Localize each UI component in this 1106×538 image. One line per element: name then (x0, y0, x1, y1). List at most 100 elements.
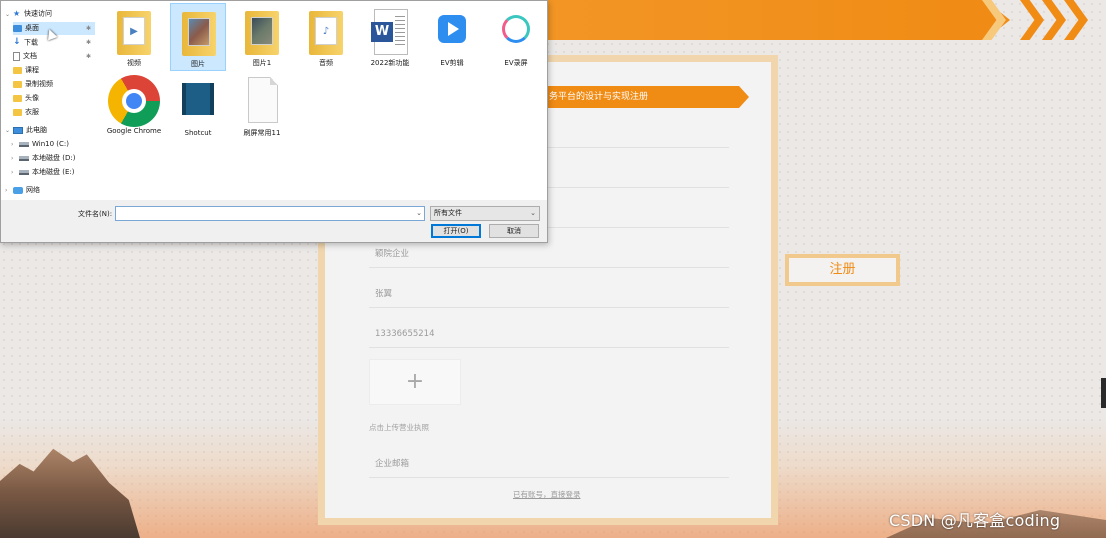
nav-label: 本地磁盘 (D:) (32, 154, 76, 162)
nav-drive-e[interactable]: › 本地磁盘 (E:) (11, 166, 97, 179)
filename-input[interactable]: ⌄ (115, 206, 425, 221)
nav-label: 快速访问 (24, 9, 52, 18)
chrome-icon (108, 75, 160, 127)
file-item-ev-recorder[interactable]: EV录屏 (488, 3, 544, 71)
nav-network[interactable]: › 网络 (5, 184, 97, 197)
nav-label: 文档 (23, 52, 37, 60)
computer-icon (13, 126, 23, 134)
folder-icon (245, 11, 279, 55)
nav-drive-d[interactable]: › 本地磁盘 (D:) (11, 152, 97, 165)
filename-label: 文件名(N): (78, 210, 113, 218)
file-label: 图片1 (252, 59, 272, 67)
phone-value: 13336655214 (375, 329, 435, 339)
nav-folder-clothes[interactable]: 衣服 (13, 106, 95, 119)
register-button[interactable]: 注册 (785, 254, 900, 286)
nav-label: 头像 (25, 94, 39, 102)
file-label: 刷屏常用11 (243, 129, 281, 137)
page-scrollbar[interactable] (1101, 378, 1106, 408)
pin-icon: ✱ (85, 53, 91, 60)
nav-folder-avatars[interactable]: 头像 (13, 92, 95, 105)
folder-icon: ♪ (309, 11, 343, 55)
download-icon: ↓ (13, 37, 21, 47)
file-item-pictures-1[interactable]: 图片1 (234, 3, 290, 71)
chevron-down-icon[interactable]: ⌄ (416, 207, 422, 220)
file-item-shotcut[interactable]: Shotcut (170, 73, 226, 141)
nav-quick-access[interactable]: ⌄ ★ 快速访问 (5, 7, 97, 20)
drive-icon (19, 141, 29, 147)
pin-icon: ✱ (85, 39, 91, 46)
file-item-video[interactable]: ▶ 视频 (106, 3, 162, 71)
company-placeholder: 颖院企业 (375, 249, 410, 259)
network-icon (13, 186, 23, 194)
ev-recorder-icon (502, 15, 530, 43)
nav-label: 本地磁盘 (E:) (32, 168, 75, 176)
upload-hint: 点击上传营业执照 (369, 423, 429, 432)
open-button[interactable]: 打开(O) (431, 224, 481, 238)
nav-this-pc[interactable]: ⌄ 此电脑 (5, 124, 97, 137)
chevron-down-icon: ⌄ (530, 209, 536, 217)
nav-label: 此电脑 (26, 126, 47, 134)
word-document-icon: W (371, 9, 408, 55)
desktop-icon (13, 24, 22, 32)
folder-icon: ▶ (117, 11, 151, 55)
nav-label: Win10 (C:) (32, 140, 69, 148)
nav-label: 衣服 (25, 108, 39, 116)
folder-icon (13, 66, 22, 74)
folder-icon (182, 12, 216, 56)
file-open-dialog: ⌄ ★ 快速访问 桌面 ✱ ↓ 下载 ✱ 文档 ✱ 课程 录制视频 头像 衣服 ⌄ 此电… (0, 0, 548, 243)
phone-field[interactable]: 13336655214 (369, 318, 729, 348)
file-item-ev-editor[interactable]: EV剪辑 (424, 3, 480, 71)
shotcut-icon (182, 83, 214, 115)
file-label: 音频 (319, 59, 333, 67)
folder-icon (13, 80, 22, 88)
nav-folder-recordings[interactable]: 录制视频 (13, 78, 95, 91)
banner-chevrons (1020, 0, 1100, 40)
email-placeholder: 企业邮箱 (375, 459, 410, 469)
nav-label: 网络 (26, 186, 40, 194)
file-item-audio[interactable]: ♪ 音频 (298, 3, 354, 71)
file-label: Shotcut (184, 129, 212, 137)
filetype-select[interactable]: 所有文件 ⌄ (430, 206, 540, 221)
file-item-blank[interactable]: 刷屏常用11 (234, 73, 290, 141)
collapse-icon[interactable]: ⌄ (5, 124, 13, 137)
file-label: 2022新功能 (370, 59, 410, 67)
nav-folder-courses[interactable]: 课程 (13, 64, 95, 77)
drive-icon (19, 169, 29, 175)
collapse-icon[interactable]: ⌄ (5, 8, 13, 21)
login-link[interactable]: 已有账号，直接登录 (513, 489, 581, 500)
file-label: 图片 (191, 60, 205, 68)
expand-icon[interactable]: › (5, 184, 13, 197)
watermark: CSDN @凡客盒coding (889, 511, 1061, 530)
file-item-pictures[interactable]: 图片 (170, 3, 226, 71)
contact-field[interactable]: 张翼 (369, 278, 729, 308)
file-label: EV录屏 (504, 59, 528, 67)
file-item-word-doc[interactable]: W 2022新功能 (362, 3, 418, 71)
form-title: 务平台的设计与实现注册 (543, 86, 749, 108)
nav-label: 桌面 (25, 24, 39, 32)
file-label: Google Chrome (106, 127, 162, 135)
folder-icon (13, 108, 22, 116)
expand-icon[interactable]: › (11, 166, 19, 179)
nav-label: 下载 (24, 38, 38, 47)
ev-editor-icon (438, 15, 466, 43)
document-icon (13, 51, 20, 61)
folder-icon (13, 94, 22, 102)
expand-icon[interactable]: › (11, 138, 19, 151)
license-upload-button[interactable]: + (369, 359, 461, 405)
nav-label: 课程 (25, 66, 39, 74)
filetype-value: 所有文件 (434, 209, 462, 217)
file-label: 视频 (127, 59, 141, 67)
contact-value: 张翼 (375, 289, 393, 299)
nav-documents[interactable]: 文档 ✱ (13, 50, 95, 63)
cancel-button[interactable]: 取消 (489, 224, 539, 238)
pin-icon: ✱ (85, 25, 91, 32)
expand-icon[interactable]: › (11, 152, 19, 165)
drive-icon (19, 155, 29, 161)
nav-label: 录制视频 (25, 80, 53, 88)
file-label: EV剪辑 (440, 59, 464, 67)
nav-drive-c[interactable]: › Win10 (C:) (11, 138, 97, 151)
file-icon (248, 77, 278, 123)
file-item-chrome[interactable]: Google Chrome (106, 73, 162, 141)
star-icon: ★ (13, 9, 21, 18)
email-field[interactable]: 企业邮箱 (369, 448, 729, 478)
